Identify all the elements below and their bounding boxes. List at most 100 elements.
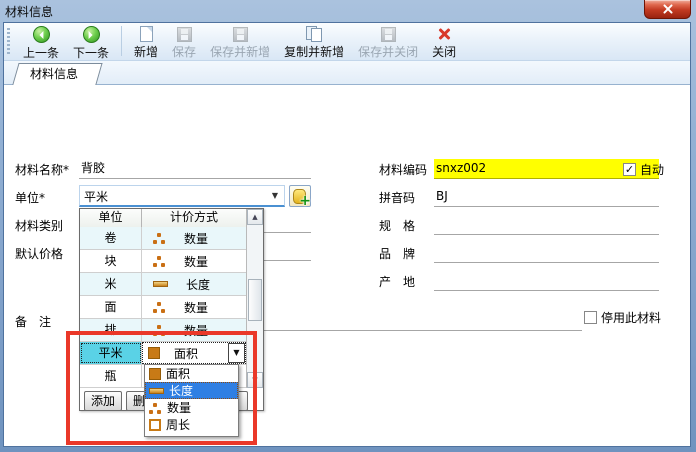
button-label: 复制并新增 [284,43,344,60]
quantity-dots-icon [153,324,166,336]
save-disk-icon [381,27,396,42]
unit-cell-selected[interactable]: 平米 [80,342,142,364]
save-disk-icon [233,27,248,42]
pricing-editor-cell[interactable]: 面积 ▼ [142,342,246,364]
close-button[interactable]: 关闭 [425,25,463,61]
spec-label: 规 格 [379,217,415,234]
titlebar[interactable]: 材料信息 [0,0,696,22]
material-name-value: 背胶 [79,161,105,175]
area-square-icon [148,347,160,359]
origin-field[interactable] [434,271,659,291]
material-category-label: 材料类别 [15,217,63,234]
save-and-close-button[interactable]: 保存并关闭 [351,25,425,61]
checkbox-check-icon[interactable]: ✓ [623,163,636,176]
quantity-dots-icon [153,301,166,313]
option-perimeter[interactable]: 周长 [145,416,238,433]
grid-row[interactable]: 米 长度 [80,273,246,296]
pricing-cell[interactable]: 数量 [184,253,208,270]
grid-row[interactable]: 面 数量 [80,296,246,319]
material-name-label: 材料名称* [15,161,69,178]
origin-label: 产 地 [379,273,415,290]
auto-checkbox-label: 自动 [640,161,664,178]
length-ruler-icon [153,281,168,287]
material-info-window: 材料信息 上一条 下一条 新增 保存 [0,0,696,452]
form-area: 材料名称* 单位* 材料类别 默认价格 备 注 背胶 平米 ▼ 材料编码 拼音码… [4,85,690,446]
add-row-button[interactable]: 添加 [84,391,122,411]
quantity-dots-icon [153,255,166,267]
unit-value: 平米 [84,188,108,205]
grid-scrollbar[interactable]: ▲ ▼ [246,209,263,388]
window-close-button[interactable] [644,0,691,19]
unit-cell[interactable]: 瓶 [80,365,142,387]
pricing-options-dropdown: 面积 长度 数量 周长 [144,364,239,437]
new-button[interactable]: 新增 [127,25,165,61]
button-label: 新增 [134,43,158,60]
pricing-cell[interactable]: 数量 [184,230,208,247]
checkbox-box[interactable] [584,311,597,324]
grid-row[interactable]: 排 数量 [80,319,246,342]
quantity-dots-icon [149,402,162,414]
unit-combobox[interactable]: 平米 ▼ [79,185,285,207]
tab-strip: 材料信息 [4,61,690,85]
new-document-icon [140,26,153,42]
pinyin-code-field[interactable]: BJ [434,187,659,207]
remark-label: 备 注 [15,313,51,330]
save-and-new-button[interactable]: 保存并新增 [203,25,277,61]
unit-cell[interactable]: 块 [80,250,142,272]
brand-field[interactable] [434,243,659,263]
disable-material-checkbox[interactable]: 停用此材料 [584,309,661,326]
option-label: 数量 [167,399,191,416]
toolbar-grip-handle[interactable] [7,28,10,56]
quantity-dots-icon [153,232,166,244]
spec-field[interactable] [434,215,659,235]
option-length-selected[interactable]: 长度 [145,382,238,399]
grid-header-unit: 单位 [80,209,142,227]
unit-label: 单位* [15,189,45,206]
red-x-icon [436,26,452,42]
window-title: 材料信息 [5,3,53,20]
material-code-label: 材料编码 [379,161,427,178]
pricing-editor-value: 面积 [174,345,198,362]
option-quantity[interactable]: 数量 [145,399,238,416]
length-ruler-icon [149,388,164,394]
option-label: 周长 [166,416,190,433]
grid-row-selected[interactable]: 平米 面积 ▼ [80,342,246,365]
add-unit-button[interactable] [289,185,311,207]
scroll-down-icon[interactable]: ▼ [247,372,263,388]
unit-cell[interactable]: 米 [80,273,142,295]
auto-checkbox[interactable]: ✓ 自动 [623,161,664,178]
button-label: 保存并新增 [210,43,270,60]
copy-pages-icon [306,26,322,42]
grid-header-row: 单位 计价方式 [80,209,246,228]
pricing-cell[interactable]: 数量 [184,322,208,339]
button-label: 保存并关闭 [358,43,418,60]
copy-and-new-button[interactable]: 复制并新增 [277,25,351,61]
button-label: 下一条 [73,44,109,61]
toolbar-separator [121,26,122,56]
prev-arrow-icon [33,26,50,43]
pricing-cell[interactable]: 数量 [184,299,208,316]
option-area[interactable]: 面积 [145,365,238,382]
button-label: 保存 [172,43,196,60]
option-label: 长度 [169,382,193,399]
previous-record-button[interactable]: 上一条 [16,25,66,62]
unit-cell[interactable]: 排 [80,319,142,341]
save-disk-icon [177,27,192,42]
tab-material-info[interactable]: 材料信息 [12,63,96,86]
scroll-up-icon[interactable]: ▲ [247,209,263,225]
unit-cell[interactable]: 卷 [80,227,142,249]
unit-cell[interactable]: 面 [80,296,142,318]
editor-chevron-down-icon[interactable]: ▼ [228,343,245,363]
next-arrow-icon [83,26,100,43]
grid-row[interactable]: 块 数量 [80,250,246,273]
area-square-filled-icon [149,368,161,380]
database-plus-icon [293,189,306,204]
button-label: 关闭 [432,43,456,60]
next-record-button[interactable]: 下一条 [66,25,116,62]
scrollbar-thumb[interactable] [248,279,262,321]
chevron-down-icon[interactable]: ▼ [268,189,282,203]
save-button[interactable]: 保存 [165,25,203,61]
pricing-cell[interactable]: 长度 [186,276,210,293]
grid-row[interactable]: 卷 数量 [80,227,246,250]
material-name-field[interactable]: 背胶 [79,159,311,179]
